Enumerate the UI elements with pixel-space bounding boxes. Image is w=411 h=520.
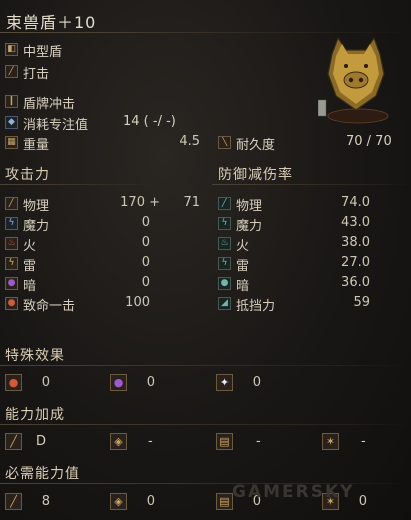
defense-row-value: 38.0 <box>341 235 370 250</box>
physical-defense-icon: ╱ <box>218 197 231 210</box>
defense-heading: 防御减伤率 <box>218 167 293 183</box>
fire-defense-icon: ♨ <box>218 237 231 250</box>
intelligence-icon: ▤ <box>216 433 233 450</box>
critical-icon: ● <box>5 297 18 310</box>
watermark: GAMERSKY <box>232 482 355 502</box>
dexterity-icon: ◈ <box>110 433 127 450</box>
dark-attack-icon: ● <box>5 277 18 290</box>
defense-row-label: 雷 <box>236 259 250 274</box>
strength-req-icon: ╱ <box>5 493 22 510</box>
durability-icon: ╲ <box>218 136 231 149</box>
defense-row-label: 火 <box>236 239 250 254</box>
lightning-defense-icon: ϟ <box>218 257 231 270</box>
magic-attack-icon: ϟ <box>5 217 18 230</box>
poison-icon: ● <box>110 374 127 391</box>
skill-icon: ┃ <box>5 95 18 108</box>
lightning-attack-icon: ϟ <box>5 257 18 270</box>
attack-row-label: 物理 <box>23 199 50 214</box>
effect-value: 0 <box>41 375 50 390</box>
scaling-value: - <box>148 434 153 449</box>
attack-row-value: 0 <box>141 235 150 250</box>
attack-row-label: 暗 <box>23 279 37 294</box>
fp-label: 消耗专注值 <box>23 118 89 133</box>
strength-icon: ╱ <box>5 433 22 450</box>
item-detail-panel: 束兽盾＋10 ◧ 中型盾 ╱ 打击 ┃ 盾牌冲击 ◆ 消耗专注值 14 ( -/… <box>0 0 411 520</box>
frost-icon: ✦ <box>216 374 233 391</box>
attack-row-value: 0 <box>141 215 150 230</box>
attack-row-label: 雷 <box>23 259 37 274</box>
item-title: 束兽盾＋10 <box>6 13 97 32</box>
skill-label: 盾牌冲击 <box>23 97 76 112</box>
defense-row-label: 暗 <box>236 279 250 294</box>
defense-row-value: 36.0 <box>341 275 370 290</box>
defense-row-label: 物理 <box>236 199 263 214</box>
effects-divider <box>0 365 411 366</box>
effect-value: 0 <box>252 375 261 390</box>
fp-icon: ◆ <box>5 116 18 129</box>
shield-category-icon: ◧ <box>5 43 18 56</box>
defense-row-label: 抵挡力 <box>236 299 276 314</box>
attack-heading: 攻击力 <box>5 167 50 183</box>
requirement-value: 0 <box>146 494 155 509</box>
defense-divider <box>212 184 411 185</box>
defense-row-value: 74.0 <box>341 195 370 210</box>
defense-row-value: 27.0 <box>341 255 370 270</box>
requirements-heading: 必需能力值 <box>5 466 80 482</box>
fp-value: 14 ( -/ -) <box>123 114 176 129</box>
stability-icon: ◢ <box>218 297 231 310</box>
scaling-value: - <box>361 434 366 449</box>
dark-defense-icon: ● <box>218 277 231 290</box>
attack-row-value: 0 <box>141 255 150 270</box>
durability-value: 70 / 70 <box>346 134 392 149</box>
attack-row-label: 火 <box>23 239 37 254</box>
pig-shield-icon <box>318 36 389 124</box>
effect-value: 0 <box>146 375 155 390</box>
scaling-value: - <box>256 434 261 449</box>
scaling-heading: 能力加成 <box>5 407 65 423</box>
requirement-value: 8 <box>41 494 50 509</box>
attack-divider <box>0 184 210 185</box>
physical-attack-icon: ╱ <box>5 197 18 210</box>
attack-row-value: 100 <box>125 295 150 310</box>
attack-row-value: 170 + <box>120 195 160 210</box>
defense-row-value: 59 <box>353 295 370 310</box>
fire-attack-icon: ♨ <box>5 237 18 250</box>
effects-heading: 特殊效果 <box>5 348 65 364</box>
magic-defense-icon: ϟ <box>218 217 231 230</box>
strike-icon: ╱ <box>5 65 18 78</box>
attack-type-label: 打击 <box>23 67 50 82</box>
attack-row-label: 魔力 <box>23 219 50 234</box>
attack-row-value: 0 <box>141 275 150 290</box>
dexterity-req-icon: ◈ <box>110 493 127 510</box>
attack-row-label: 致命一击 <box>23 299 76 314</box>
weight-value: 4.5 <box>179 134 200 149</box>
title-divider <box>0 32 411 33</box>
scaling-divider <box>0 424 411 425</box>
faith-icon: ✶ <box>322 433 339 450</box>
defense-row-value: 43.0 <box>341 215 370 230</box>
attack-row-bonus: 71 <box>183 195 200 210</box>
weight-label: 重量 <box>23 138 50 153</box>
bleed-icon: ● <box>5 374 22 391</box>
intelligence-req-icon: ▤ <box>216 493 233 510</box>
weight-icon: ▦ <box>5 136 18 149</box>
scaling-value: D <box>36 434 47 449</box>
category-label: 中型盾 <box>23 45 63 60</box>
durability-label: 耐久度 <box>236 138 276 153</box>
defense-row-label: 魔力 <box>236 219 263 234</box>
